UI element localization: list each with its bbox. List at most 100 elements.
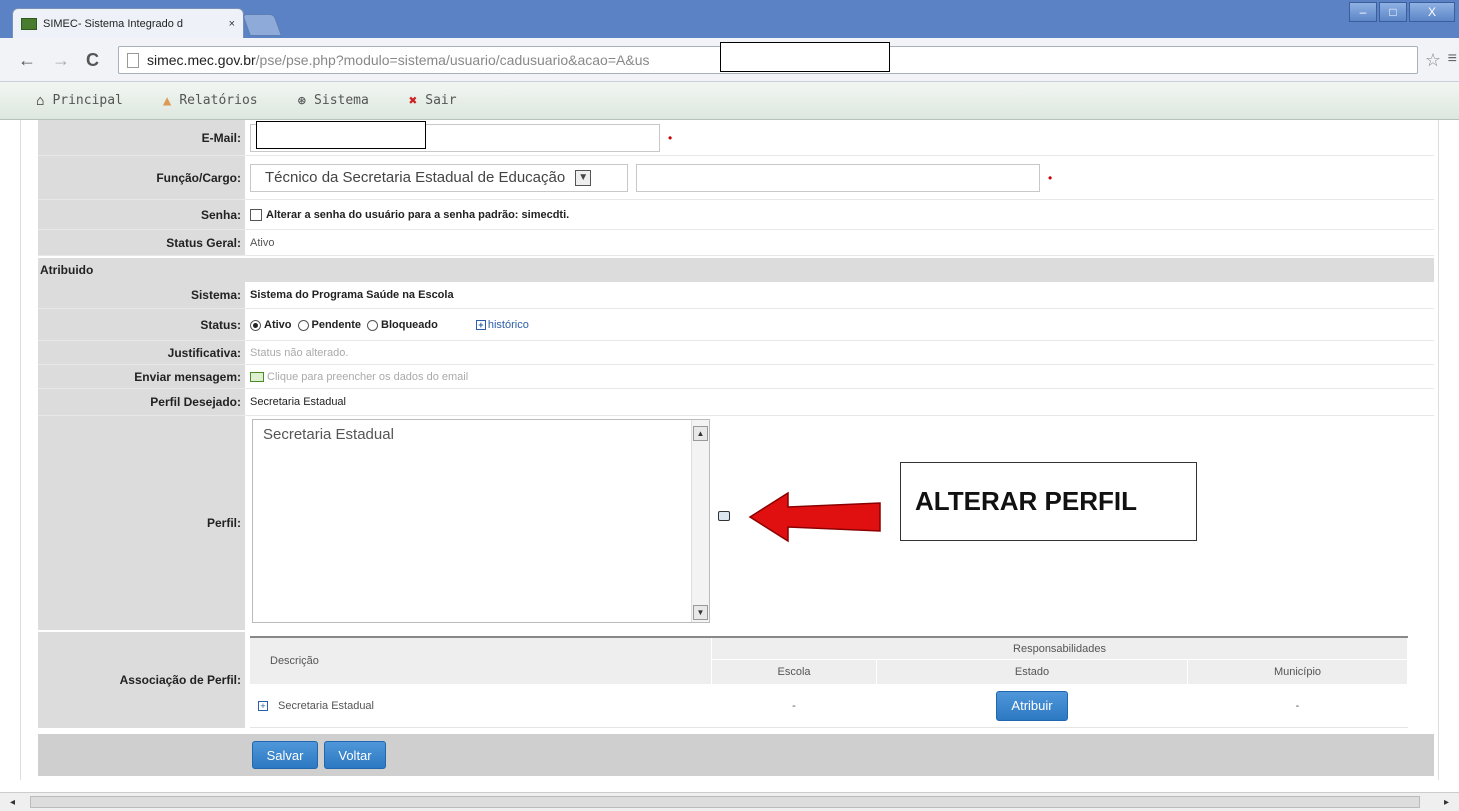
col-responsabilidades-group: Responsabilidades Escola Estado Municípi… (712, 638, 1408, 684)
atribuir-button[interactable]: Atribuir (996, 690, 1068, 721)
row-senha: Senha: Alterar a senha do usuário para a… (38, 200, 1434, 230)
row-municipio: - (1188, 699, 1408, 712)
minimize-button[interactable]: – (1349, 2, 1377, 22)
sub-header-row: Escola Estado Município (712, 660, 1408, 684)
scrollbar-thumb[interactable] (30, 796, 1420, 808)
row-status-geral: Status Geral: Ativo (38, 230, 1434, 256)
reset-password-text: Alterar a senha do usuário para a senha … (266, 208, 570, 221)
nav-label: Relatórios (179, 93, 258, 108)
app-navigation: ⌂ Principal ▲ Relatórios ⊛ Sistema ✖ Sai… (0, 82, 1459, 120)
scroll-right-icon[interactable]: ▸ (1444, 797, 1449, 808)
funcao-selected: Técnico da Secretaria Estadual de Educaç… (265, 169, 566, 186)
nav-label: Principal (52, 93, 123, 108)
table-header: Descrição Responsabilidades Escola Estad… (250, 638, 1408, 684)
funcao-label: Função/Cargo: (38, 156, 245, 199)
status-pendente-label: Pendente (311, 318, 362, 331)
required-marker: • (1048, 170, 1053, 185)
row-descricao-text: Secretaria Estadual (278, 699, 374, 712)
funcao-select[interactable]: Técnico da Secretaria Estadual de Educaç… (250, 163, 628, 192)
row-status: Status: Ativo Pendente Bloqueado + histó… (38, 309, 1434, 341)
maximize-button[interactable]: □ (1379, 2, 1407, 22)
nav-label: Sair (425, 93, 457, 108)
nav-principal[interactable]: ⌂ Principal (36, 93, 123, 109)
required-marker: • (668, 130, 673, 145)
user-form: E-Mail: • Função/Cargo: Técnico da Secre… (38, 120, 1434, 778)
site-favicon-icon (21, 17, 37, 30)
row-associacao: Associação de Perfil: Descrição Responsa… (38, 632, 1434, 728)
mensagem-value: Clique para preencher os dados do email (250, 365, 1434, 388)
browser-tab[interactable]: SIMEC- Sistema Integrado d × (12, 8, 244, 38)
browser-menu-icon[interactable]: ≡ (1448, 50, 1457, 68)
table-row: + Secretaria Estadual - Atribuir - (250, 684, 1408, 728)
back-arrow-icon[interactable]: ← (18, 50, 36, 71)
scroll-down-icon[interactable]: ▼ (693, 605, 708, 620)
justificativa-label: Justificativa: (38, 341, 245, 364)
sistema-value: Sistema do Programa Saúde na Escola (250, 289, 454, 301)
perfil-listbox[interactable]: Secretaria Estadual ▲ ▼ (252, 419, 710, 623)
row-estado: Atribuir (877, 690, 1188, 721)
justificativa-value: Status não alterado. (250, 346, 349, 359)
page-horizontal-scrollbar[interactable]: ◂ ▸ (0, 792, 1459, 811)
expand-icon: + (475, 319, 486, 330)
scroll-left-icon[interactable]: ◂ (10, 797, 15, 808)
forward-arrow-icon[interactable]: → (52, 50, 70, 71)
mensagem-label: Enviar mensagem: (38, 365, 245, 388)
status-bloqueado-radio[interactable] (367, 320, 379, 331)
bookmark-star-icon[interactable]: ☆ (1425, 50, 1441, 71)
email-label: E-Mail: (38, 120, 245, 155)
expand-row-icon[interactable]: + (258, 700, 268, 711)
senha-value: Alterar a senha do usuário para a senha … (250, 200, 1434, 229)
funcao-other-field[interactable] (636, 163, 1040, 192)
row-descricao: + Secretaria Estadual (250, 700, 712, 712)
form-actions-bar: Salvar Voltar (38, 734, 1434, 776)
exit-icon: ✖ (408, 92, 418, 109)
col-descricao: Descrição (250, 638, 712, 684)
home-icon: ⌂ (36, 92, 45, 109)
tab-close-icon[interactable]: × (229, 18, 235, 30)
row-perfil-desejado: Perfil Desejado: Secretaria Estadual (38, 389, 1434, 416)
row-perfil: Perfil: Secretaria Estadual ▲ ▼ ALTERAR … (38, 416, 1434, 630)
status-radios: Ativo Pendente Bloqueado + histórico (250, 309, 1434, 340)
funcao-value: Técnico da Secretaria Estadual de Educaç… (250, 156, 1434, 199)
scroll-up-icon[interactable]: ▲ (693, 426, 708, 441)
mensagem-link[interactable]: Clique para preencher os dados do email (267, 371, 468, 383)
col-municipio: Município (1188, 660, 1408, 684)
status-pendente-radio[interactable] (297, 320, 309, 331)
nav-label: Sistema (314, 93, 369, 108)
row-justificativa: Justificativa: Status não alterado. (38, 341, 1434, 365)
associacao-label: Associação de Perfil: (38, 632, 245, 728)
tab-title: SIMEC- Sistema Integrado d (43, 17, 184, 30)
historico-link[interactable]: histórico (488, 319, 529, 331)
annotation-label: ALTERAR PERFIL (900, 462, 1197, 541)
row-sistema: Sistema: Sistema do Programa Saúde na Es… (38, 282, 1434, 309)
status-bloqueado-label: Bloqueado (381, 318, 438, 331)
status-ativo-label: Ativo (264, 318, 292, 331)
listbox-scrollbar[interactable]: ▲ ▼ (691, 420, 709, 622)
edit-profile-icon[interactable] (718, 511, 730, 521)
new-tab-button[interactable] (241, 14, 283, 36)
url-host: simec.mec.gov.br (147, 52, 256, 68)
reload-icon[interactable]: C (86, 50, 99, 71)
salvar-button[interactable]: Salvar (252, 741, 318, 769)
row-mensagem: Enviar mensagem: Clique para preencher o… (38, 365, 1434, 389)
perfil-desejado-value: Secretaria Estadual (250, 396, 346, 408)
perfil-list-item[interactable]: Secretaria Estadual (263, 426, 394, 443)
browser-titlebar: SIMEC- Sistema Integrado d × – □ X (0, 0, 1459, 38)
status-ativo-radio[interactable] (250, 320, 261, 331)
col-estado: Estado (877, 660, 1188, 684)
nav-sistema[interactable]: ⊛ Sistema (298, 93, 369, 109)
col-responsabilidades: Responsabilidades (712, 638, 1408, 660)
email-envelope-icon[interactable] (250, 371, 264, 382)
associacao-table: Descrição Responsabilidades Escola Estad… (250, 636, 1408, 728)
nav-sair[interactable]: ✖ Sair (409, 93, 457, 109)
row-escola: - (712, 699, 877, 712)
row-email: E-Mail: • (38, 120, 1434, 156)
page-icon (127, 52, 139, 68)
gear-icon: ⊛ (297, 92, 307, 109)
close-window-button[interactable]: X (1409, 2, 1455, 22)
nav-relatorios[interactable]: ▲ Relatórios (163, 93, 258, 109)
reset-password-checkbox[interactable] (250, 208, 262, 221)
section-atribuido: Atribuido (38, 258, 1434, 282)
voltar-button[interactable]: Voltar (324, 741, 386, 769)
window-controls: – □ X (1347, 2, 1455, 22)
